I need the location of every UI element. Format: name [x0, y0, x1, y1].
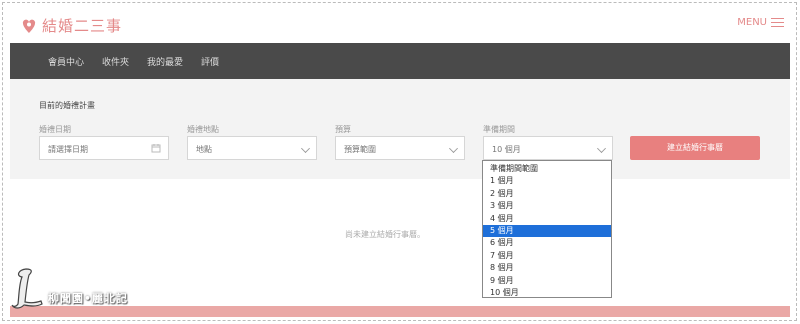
wedding-date-input[interactable]: 請選擇日期 [39, 136, 169, 160]
member-nav: 會員中心 收件夾 我的最愛 評價 [10, 43, 790, 79]
dropdown-option[interactable]: 4 個月 [483, 213, 611, 225]
hamburger-icon [771, 18, 784, 27]
dropdown-option[interactable]: 2 個月 [483, 188, 611, 200]
prep-period-dropdown-list[interactable]: 準備期間範圍 1 個月 2 個月 3 個月 4 個月 5 個月 6 個月 7 個… [482, 160, 612, 298]
dropdown-option[interactable]: 10 個月 [483, 287, 611, 299]
nav-item-member-center[interactable]: 會員中心 [48, 55, 84, 68]
calendar-icon [151, 144, 161, 153]
watermark-letter-logo [11, 268, 43, 309]
logo-text: 結婚二三事 [42, 17, 123, 35]
wedding-location-value: 地點 [196, 145, 212, 154]
budget-label: 預算 [335, 125, 351, 134]
plan-title: 目前的婚禮計畫 [39, 101, 95, 110]
create-calendar-button[interactable]: 建立結婚行事曆 [630, 136, 760, 160]
site-header: 結婚二三事 MENU [10, 6, 790, 42]
wedding-plan-panel: 目前的婚禮計畫 婚禮日期 請選擇日期 婚禮地點 地點 預算 預算範圍 準備期間 … [10, 79, 790, 179]
dropdown-option[interactable]: 6 個月 [483, 237, 611, 249]
prep-period-value: 10 個月 [492, 145, 521, 154]
dropdown-option[interactable]: 3 個月 [483, 200, 611, 212]
site-logo[interactable]: 結婚二三事 [22, 15, 122, 36]
chevron-down-icon [449, 144, 458, 153]
dropdown-option[interactable]: 8 個月 [483, 262, 611, 274]
nav-item-inbox[interactable]: 收件夾 [102, 55, 129, 68]
watermark: 柳聞園•麗北記 [10, 266, 128, 310]
budget-value: 預算範圍 [344, 145, 376, 154]
dropdown-option-highlighted[interactable]: 5 個月 [483, 224, 611, 238]
dropdown-option[interactable]: 9 個月 [483, 275, 611, 287]
dropdown-option[interactable]: 1 個月 [483, 175, 611, 187]
dropdown-option[interactable]: 準備期間範圍 [483, 163, 611, 175]
nav-item-reviews[interactable]: 評價 [201, 55, 219, 68]
wedding-date-placeholder: 請選擇日期 [48, 145, 88, 154]
chevron-down-icon [597, 144, 606, 153]
dropdown-option[interactable]: 7 個月 [483, 250, 611, 262]
nav-item-favorites[interactable]: 我的最愛 [147, 55, 183, 68]
empty-state-message: 尚未建立結婚行事曆。 [345, 230, 425, 239]
menu-label: MENU [737, 17, 767, 28]
menu-button[interactable]: MENU [737, 17, 784, 28]
heart-pin-icon [22, 19, 36, 33]
wedding-location-label: 婚禮地點 [187, 125, 219, 134]
prep-period-label: 準備期間 [483, 125, 515, 134]
chevron-down-icon [301, 144, 310, 153]
watermark-text: 柳聞園•麗北記 [48, 292, 129, 305]
budget-select[interactable]: 預算範圍 [335, 136, 465, 160]
wedding-date-label: 婚禮日期 [39, 125, 71, 134]
prep-period-select[interactable]: 10 個月 [483, 136, 613, 160]
wedding-location-select[interactable]: 地點 [187, 136, 317, 160]
